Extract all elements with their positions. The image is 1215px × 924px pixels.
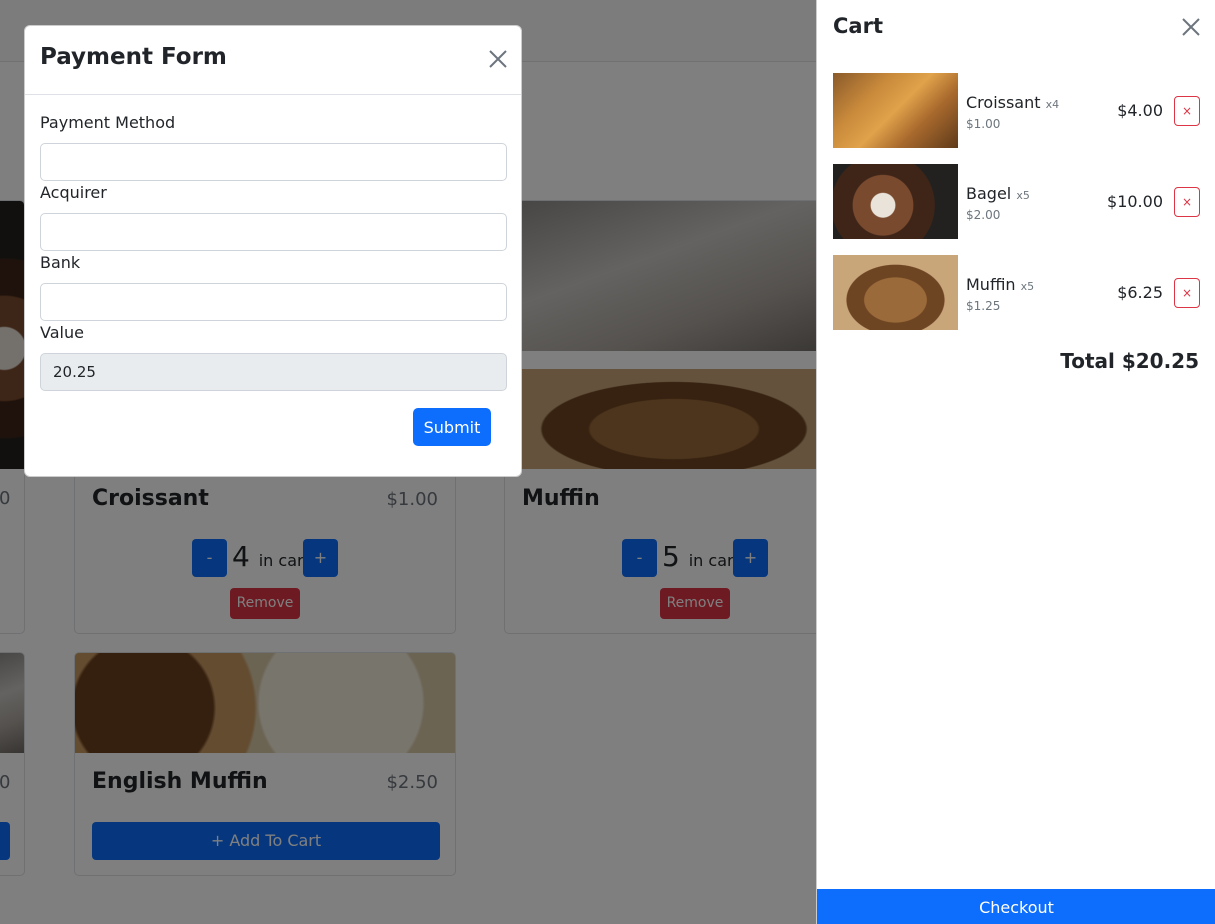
payment-modal: Payment Form Payment Method Acquirer Ban…: [24, 25, 522, 477]
item-name: Bagel x5: [966, 184, 1030, 203]
payment-method-label: Payment Method: [40, 113, 176, 132]
close-icon[interactable]: [487, 48, 509, 70]
checkout-button[interactable]: Checkout: [817, 889, 1215, 924]
item-unit-price: $1.25: [966, 299, 1001, 313]
item-unit-price: $2.00: [966, 208, 1001, 222]
cart-total: Total $20.25: [1060, 349, 1199, 373]
bank-input[interactable]: [40, 283, 507, 321]
cart-panel: Cart Croissant x4 $1.00 $4.00 × Bagel x5…: [816, 0, 1215, 924]
payment-method-input[interactable]: [40, 143, 507, 181]
bank-label: Bank: [40, 253, 81, 272]
acquirer-label: Acquirer: [40, 183, 107, 202]
item-name: Muffin x5: [966, 275, 1034, 294]
close-icon[interactable]: [1181, 17, 1201, 37]
item-qty: x5: [1020, 280, 1035, 293]
cart-title: Cart: [833, 14, 883, 38]
cart-item-bagel: Bagel x5 $2.00 $10.00 ×: [833, 164, 1200, 240]
acquirer-input[interactable]: [40, 213, 507, 251]
remove-item-button[interactable]: ×: [1174, 278, 1200, 308]
item-unit-price: $1.00: [966, 117, 1001, 131]
item-thumbnail: [833, 164, 958, 239]
item-total: $6.25: [1117, 283, 1163, 302]
cart-item-croissant: Croissant x4 $1.00 $4.00 ×: [833, 73, 1200, 149]
item-name-text: Croissant: [966, 93, 1041, 112]
submit-button[interactable]: Submit: [413, 408, 491, 446]
item-name-text: Bagel: [966, 184, 1012, 203]
item-total: $10.00: [1107, 192, 1163, 211]
cart-item-muffin: Muffin x5 $1.25 $6.25 ×: [833, 255, 1200, 331]
item-qty: x4: [1045, 98, 1060, 111]
item-thumbnail: [833, 73, 958, 148]
item-name-text: Muffin: [966, 275, 1016, 294]
modal-title: Payment Form: [40, 44, 227, 70]
modal-header: Payment Form: [25, 26, 521, 95]
item-qty: x5: [1016, 189, 1030, 202]
item-name: Croissant x4: [966, 93, 1059, 112]
item-thumbnail: [833, 255, 958, 330]
remove-item-button[interactable]: ×: [1174, 187, 1200, 217]
item-total: $4.00: [1117, 101, 1163, 120]
remove-item-button[interactable]: ×: [1174, 96, 1200, 126]
value-input[interactable]: [40, 353, 507, 391]
value-label: Value: [40, 323, 84, 342]
